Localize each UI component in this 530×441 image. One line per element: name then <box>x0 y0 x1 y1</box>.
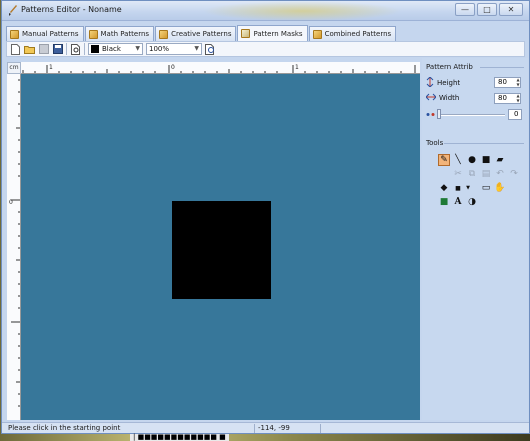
zoom-select[interactable]: 100% ▼ <box>146 43 202 55</box>
pattern-attrib-title: Pattern Attrib <box>426 63 473 71</box>
fill-bucket-icon[interactable]: ◆ <box>438 182 450 194</box>
select-rectangle-icon[interactable]: ▭ <box>480 182 492 194</box>
drawing-canvas[interactable] <box>21 74 420 420</box>
copy-icon[interactable]: ⧉ <box>466 168 478 180</box>
close-button[interactable]: ✕ <box>499 3 523 16</box>
rectangle-tool-icon[interactable]: ■ <box>480 154 492 166</box>
width-icon <box>425 93 437 103</box>
brush-app-icon <box>8 5 18 16</box>
toolbar-separator <box>66 43 67 55</box>
status-divider <box>320 424 321 433</box>
window-title: Patterns Editor - Noname <box>21 5 122 14</box>
status-message: Please click in the starting point <box>8 424 121 432</box>
tab-pattern-masks[interactable]: Pattern Masks <box>237 25 308 41</box>
text-tool-icon[interactable]: A <box>452 196 464 208</box>
side-panel: Pattern Attrib Height 80 ▲ ▼ Width 80 ▲ ▼ … <box>422 58 528 420</box>
height-stepper[interactable]: ▲ ▼ <box>515 77 521 88</box>
freehand-tool-icon[interactable]: ✎ <box>438 154 450 166</box>
color-value: Black <box>102 45 121 53</box>
mask-icon <box>241 29 251 38</box>
patterns-editor-window: Patterns Editor - Noname — □ ✕ Manual Pa… <box>1 0 530 434</box>
zoom-page-icon[interactable] <box>205 43 216 55</box>
group-divider <box>480 67 524 68</box>
ruler-unit: cm <box>7 62 21 74</box>
toolbar: Black ▼ 100% ▼ <box>6 41 525 57</box>
background-text-fragment: | ■■■■■■■■■■■■ ■ <box>130 434 229 441</box>
tab-strip: Manual Patterns Math Patterns Creative P… <box>6 25 397 41</box>
tab-label: Math Patterns <box>100 30 150 38</box>
width-row: Width <box>425 93 460 103</box>
tab-label: Combined Patterns <box>324 30 392 38</box>
hruler-label: 0 <box>171 64 175 71</box>
folder-icon <box>88 29 98 39</box>
width-label: Width <box>439 94 460 102</box>
slider-value: 0 <box>508 109 522 120</box>
tools-title: Tools <box>426 139 444 147</box>
vruler-label: 0 <box>9 199 13 206</box>
width-stepper[interactable]: ▲ ▼ <box>515 93 521 104</box>
redo-icon[interactable]: ↷ <box>508 168 520 180</box>
paste-icon[interactable]: ▤ <box>480 168 492 180</box>
folder-icon <box>10 29 19 39</box>
hruler-label: 1 <box>295 64 299 71</box>
minimize-button[interactable]: — <box>455 3 475 16</box>
vertical-ruler: 0 <box>7 74 21 420</box>
zoom-value: 100% <box>149 45 170 53</box>
height-row: Height <box>426 76 461 89</box>
status-divider <box>254 424 255 433</box>
vertical-ruler-ticks: 0 <box>9 79 20 407</box>
toolbar-separator <box>84 43 85 55</box>
undo-icon[interactable]: ↶ <box>494 168 506 180</box>
horizontal-ruler-ticks: 1 0 1 <box>22 64 416 73</box>
color-swatch <box>91 45 99 53</box>
cut-icon[interactable]: ✂ <box>452 168 464 180</box>
tab-label: Manual Patterns <box>22 30 79 38</box>
horizontal-ruler: 1 0 1 <box>21 62 420 74</box>
height-label: Height <box>437 79 461 87</box>
cursor-coordinates: -114, -99 <box>258 424 290 432</box>
tab-manual-patterns[interactable]: Manual Patterns <box>6 26 84 41</box>
save-icon[interactable] <box>52 44 63 55</box>
new-file-icon[interactable] <box>10 43 21 55</box>
color-select[interactable]: Black ▼ <box>88 43 143 55</box>
chevron-down-icon: ▼ <box>194 45 199 52</box>
line-tool-icon[interactable]: ╲ <box>452 154 464 166</box>
print-preview-icon[interactable] <box>70 43 81 55</box>
hand-tool-icon[interactable]: ✋ <box>494 182 506 194</box>
open-folder-icon[interactable] <box>24 44 35 55</box>
contrast-icon[interactable]: ◑ <box>466 196 478 208</box>
tab-combined-patterns[interactable]: Combined Patterns <box>308 26 397 41</box>
excel-export-icon[interactable]: ■ <box>438 196 450 208</box>
chevron-down-icon: ▼ <box>135 45 140 52</box>
title-decoration <box>202 1 402 21</box>
tab-creative-patterns[interactable]: Creative Patterns <box>155 26 237 41</box>
rotate-icon <box>426 111 435 120</box>
maximize-button[interactable]: □ <box>477 3 497 16</box>
tab-math-patterns[interactable]: Math Patterns <box>84 26 155 41</box>
folder-icon <box>159 29 169 39</box>
height-icon <box>426 76 434 89</box>
polygon-tool-icon[interactable]: ▰ <box>494 154 506 166</box>
tab-label: Creative Patterns <box>171 30 232 38</box>
title-bar: Patterns Editor - Noname — □ ✕ <box>2 1 529 21</box>
tab-label: Pattern Masks <box>253 29 303 38</box>
group-divider <box>444 143 524 144</box>
ellipse-tool-icon[interactable]: ● <box>466 154 478 166</box>
save-disabled-icon[interactable] <box>38 44 49 55</box>
chevron-down-icon[interactable]: ▼ <box>462 182 474 194</box>
status-bar: Please click in the starting point -114,… <box>2 422 529 433</box>
folder-icon <box>312 29 322 39</box>
mask-square-shape[interactable] <box>172 201 271 299</box>
slider-thumb[interactable] <box>437 109 441 119</box>
hruler-label: 1 <box>49 64 53 71</box>
slider-track[interactable] <box>440 114 505 116</box>
